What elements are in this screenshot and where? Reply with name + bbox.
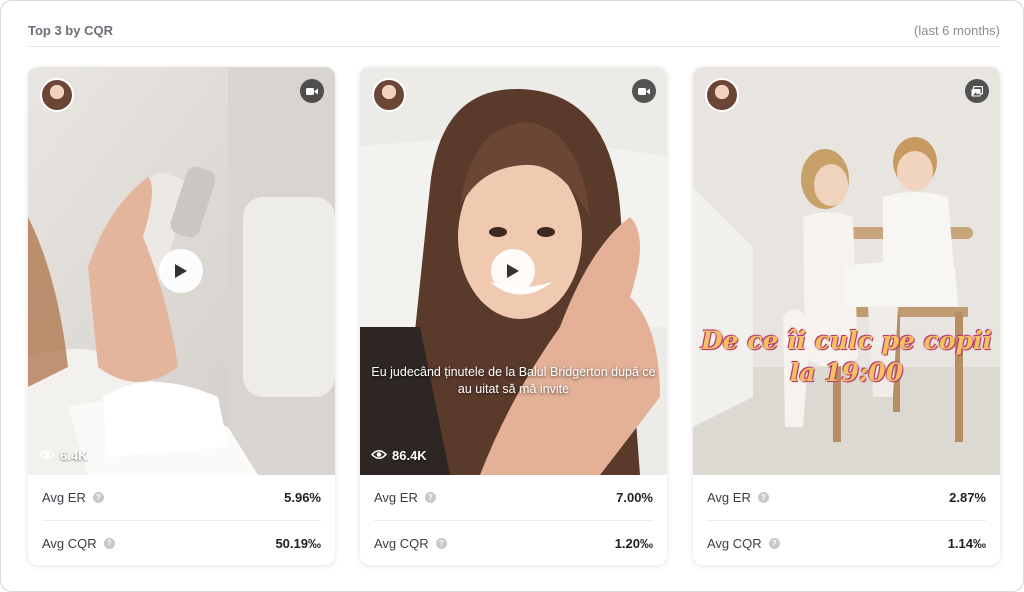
avg-cqr-label: Avg CQR bbox=[374, 535, 429, 551]
avg-er-value: 5.96% bbox=[284, 490, 321, 505]
avg-cqr-row: Avg CQR? 1.20‰ bbox=[374, 520, 653, 565]
avg-cqr-value: 50.19‰ bbox=[275, 535, 321, 551]
view-count-value: 86.4K bbox=[392, 448, 427, 463]
period-label: (last 6 months) bbox=[914, 23, 1000, 38]
widget-header: Top 3 by CQR (last 6 months) bbox=[28, 23, 1000, 47]
play-button[interactable] bbox=[159, 249, 203, 293]
post-thumbnail[interactable]: De ce îi culc pe copii la 19:00 bbox=[693, 67, 1000, 475]
top-posts-widget: Top 3 by CQR (last 6 months) 6.4K Avg ER… bbox=[0, 0, 1024, 592]
avg-er-label: Avg ER bbox=[707, 490, 751, 505]
video-icon bbox=[300, 79, 324, 103]
post-card-2[interactable]: Eu judecând ținutele de la Balul Bridger… bbox=[360, 67, 667, 565]
view-count: 6.4K bbox=[38, 448, 88, 463]
avg-cqr-value: 1.14‰ bbox=[947, 535, 986, 551]
avg-cqr-label: Avg CQR bbox=[707, 535, 762, 551]
avg-cqr-row: Avg CQR? 50.19‰ bbox=[42, 520, 321, 565]
post-thumbnail[interactable]: Eu judecând ținutele de la Balul Bridger… bbox=[360, 67, 667, 475]
account-avatar[interactable] bbox=[705, 78, 739, 112]
help-icon[interactable]: ? bbox=[92, 492, 104, 503]
post-metrics: Avg ER? 2.87% Avg CQR? 1.14‰ bbox=[693, 475, 1000, 565]
help-icon[interactable]: ? bbox=[435, 537, 447, 549]
eye-icon bbox=[370, 448, 388, 463]
image-gallery-icon bbox=[965, 79, 989, 103]
eye-icon bbox=[38, 448, 56, 463]
avg-er-label: Avg ER bbox=[374, 490, 418, 505]
video-icon bbox=[632, 79, 656, 103]
avg-cqr-row: Avg CQR? 1.14‰ bbox=[707, 520, 986, 565]
post-thumbnail[interactable]: 6.4K bbox=[28, 67, 335, 475]
account-avatar[interactable] bbox=[40, 78, 74, 112]
help-icon[interactable]: ? bbox=[757, 492, 769, 503]
post-card-3[interactable]: De ce îi culc pe copii la 19:00 Avg ER? … bbox=[693, 67, 1000, 565]
avg-er-row: Avg ER? 2.87% bbox=[707, 475, 986, 520]
post-metrics: Avg ER? 7.00% Avg CQR? 1.20‰ bbox=[360, 475, 667, 565]
avg-er-value: 2.87% bbox=[949, 490, 986, 505]
video-caption: Eu judecând ținutele de la Balul Bridger… bbox=[371, 365, 656, 396]
avg-er-row: Avg ER? 7.00% bbox=[374, 475, 653, 520]
account-avatar[interactable] bbox=[372, 78, 406, 112]
view-count: 86.4K bbox=[370, 448, 427, 463]
post-card-1[interactable]: 6.4K Avg ER? 5.96% Avg CQR? 50.19‰ bbox=[28, 67, 335, 565]
play-button[interactable] bbox=[491, 249, 535, 293]
view-count-value: 6.4K bbox=[60, 448, 88, 463]
widget-title: Top 3 by CQR bbox=[28, 23, 113, 38]
avg-er-label: Avg ER bbox=[42, 490, 86, 505]
avg-er-row: Avg ER? 5.96% bbox=[42, 475, 321, 520]
post-metrics: Avg ER? 5.96% Avg CQR? 50.19‰ bbox=[28, 475, 335, 565]
image-overlay-text: De ce îi culc pe copii la 19:00 bbox=[700, 326, 993, 387]
help-icon[interactable]: ? bbox=[768, 537, 780, 549]
help-icon[interactable]: ? bbox=[424, 492, 436, 503]
help-icon[interactable]: ? bbox=[103, 537, 115, 549]
thumbnail-image bbox=[693, 67, 1000, 475]
avg-cqr-label: Avg CQR bbox=[42, 535, 97, 551]
avg-cqr-value: 1.20‰ bbox=[614, 535, 653, 551]
avg-er-value: 7.00% bbox=[616, 490, 653, 505]
